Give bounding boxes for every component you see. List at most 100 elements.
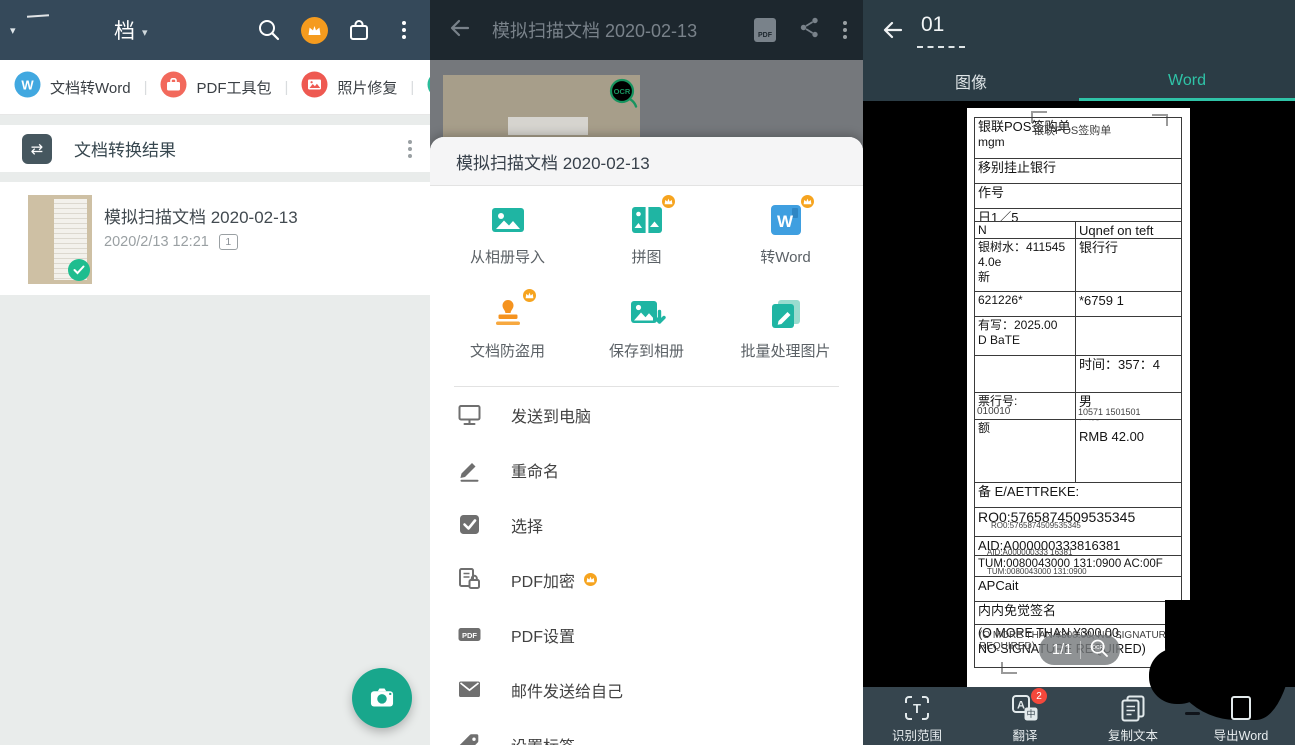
page-indicator-pill[interactable]: 1/1 OCR bbox=[1039, 635, 1120, 665]
quick-action-label: PDF工具包 bbox=[196, 77, 271, 98]
ocr-table-row: 额RMB 42.00住别 bbox=[974, 419, 1182, 483]
page-indicator-text: 1/1 bbox=[1052, 642, 1072, 658]
back-arrow-icon[interactable] bbox=[881, 18, 905, 47]
grid-action-save-to-album[interactable]: 保存到相册 bbox=[577, 294, 716, 380]
camera-fab[interactable] bbox=[352, 668, 412, 728]
menu-item-email-to-self[interactable]: 邮件发送给自己 bbox=[430, 662, 863, 717]
ocr-result-table: 银联POS签购单mgm银联POS签购单移别挂止银行作号日1／5BacNUqnef… bbox=[974, 118, 1182, 668]
left-app-bar: ▾ 档 ▾ bbox=[0, 0, 430, 60]
word-preview-page: 银联POS签购单mgm银联POS签购单移别挂止银行作号日1／5BacNUqnef… bbox=[967, 108, 1190, 687]
collage-icon bbox=[627, 200, 667, 240]
ocr-table-row: 票行号:010010男10571 1501501 bbox=[974, 392, 1182, 420]
toolbar-translate[interactable]: A中2 翻译 bbox=[971, 687, 1079, 745]
pill-divider bbox=[1080, 641, 1081, 659]
ocr-ghost-text: 010010 bbox=[977, 407, 1010, 418]
pdf-file-icon[interactable]: PDF bbox=[754, 18, 776, 42]
toolbar-item-label: 导出Word bbox=[1214, 725, 1269, 744]
ocr-table-row: TUM:0080043000 131:0900 AC:00FTUM:008004… bbox=[974, 555, 1182, 577]
chip-separator: | bbox=[285, 79, 289, 96]
result-tabs: 图像 Word bbox=[863, 60, 1295, 101]
quick-action-label: 文档转Word bbox=[50, 77, 131, 98]
ocr-table-row: 作号 bbox=[974, 183, 1182, 209]
menu-item-select[interactable]: 选择 bbox=[430, 497, 863, 552]
folder-title-text: 档 bbox=[114, 15, 135, 45]
grid-action-doc-anti-theft[interactable]: 文档防盗用 bbox=[438, 294, 577, 380]
menu-item-label: 重命名 bbox=[511, 458, 559, 482]
grid-action-label: 批量处理图片 bbox=[740, 340, 830, 361]
middle-title: 模拟扫描文档 2020-02-13 bbox=[492, 17, 697, 43]
svg-text:T: T bbox=[913, 701, 921, 716]
folder-overflow-icon[interactable] bbox=[408, 140, 412, 158]
quick-action-doc-to-word[interactable]: W 文档转Word bbox=[14, 71, 131, 103]
ocr-table-row: RO0:5765874509535345RO0:5765874509535345 bbox=[974, 507, 1182, 537]
back-arrow-icon[interactable] bbox=[448, 16, 472, 45]
quick-action-photo-repair[interactable]: 照片修复 bbox=[301, 71, 397, 103]
share-icon[interactable] bbox=[798, 16, 821, 44]
right-app-bar: 01 bbox=[863, 0, 1295, 60]
menu-item-send-to-computer[interactable]: 发送到电脑 bbox=[430, 387, 863, 442]
toolbar-item-label: 复制文本 bbox=[1108, 725, 1158, 744]
menu-item-label: PDF设置 bbox=[511, 623, 575, 647]
tag-icon bbox=[456, 731, 483, 745]
menu-item-label: 选择 bbox=[511, 513, 543, 537]
toolbar-ocr-area[interactable]: T 识别范围 bbox=[863, 687, 971, 745]
shop-bag-icon[interactable] bbox=[345, 16, 373, 44]
pdf-badge-icon: PDF bbox=[456, 621, 483, 648]
translate-icon: A中2 bbox=[1010, 693, 1040, 723]
premium-crown-icon bbox=[800, 194, 815, 214]
ocr-ghost-text: 住别 bbox=[1078, 420, 1100, 423]
grid-action-label: 拼图 bbox=[631, 246, 661, 267]
toolbar-export-word[interactable]: 导出Word bbox=[1187, 687, 1295, 745]
sheet-action-grid: 从相册导入 拼图 W 转Word 文档防盗用 保存到相册 批量处理图片 bbox=[430, 186, 863, 380]
ocr-table-row: 备 E/AETTREKE: bbox=[974, 482, 1182, 508]
menu-item-pdf-encrypt[interactable]: PDF加密 bbox=[430, 552, 863, 607]
menu-item-pdf-settings[interactable]: PDF PDF设置 bbox=[430, 607, 863, 662]
sheet-menu-list: 发送到电脑 重命名 选择 PDF加密 PDF PDF设置 邮件发送给自己 bbox=[430, 387, 863, 745]
vip-crown-icon[interactable] bbox=[300, 16, 328, 44]
grid-action-import-from-album[interactable]: 从相册导入 bbox=[438, 200, 577, 286]
grid-action-batch-edit-images[interactable]: 批量处理图片 bbox=[716, 294, 855, 380]
grid-action-label: 保存到相册 bbox=[609, 340, 684, 361]
ocr-table-row: NUqnef on teft bbox=[974, 221, 1182, 239]
chip-separator: | bbox=[410, 79, 414, 96]
ocr-table-row: APCait bbox=[974, 576, 1182, 602]
menu-item-label: 设置标签 bbox=[511, 733, 575, 745]
folder-title-dropdown[interactable]: 档 ▾ bbox=[114, 15, 148, 45]
stamp-icon bbox=[488, 294, 528, 334]
tab-word[interactable]: Word bbox=[1079, 60, 1295, 101]
menu-item-label: PDF加密 bbox=[511, 568, 575, 592]
left-edge-caret-icon[interactable]: ▾ bbox=[10, 24, 16, 37]
folder-row-conversion-results[interactable]: ⇄ 文档转换结果 bbox=[0, 125, 430, 172]
document-actions-sheet: 模拟扫描文档 2020-02-13 从相册导入 拼图 W 转Word 文档防盗用… bbox=[430, 137, 863, 745]
document-thumbnail[interactable] bbox=[28, 195, 92, 284]
ocr-table-row: 时间：357：4 bbox=[974, 355, 1182, 393]
grid-action-collage[interactable]: 拼图 bbox=[577, 200, 716, 286]
ocr-badge-text: OCR bbox=[614, 87, 631, 96]
ocr-table-row: 621226**6759 1 bbox=[974, 291, 1182, 317]
chevron-down-icon: ▾ bbox=[142, 26, 148, 39]
quick-action-pdf-toolkit[interactable]: PDF工具包 bbox=[160, 71, 271, 103]
ocr-badge-icon: OCR bbox=[606, 76, 644, 123]
document-title: 模拟扫描文档 2020-02-13 bbox=[104, 203, 298, 228]
quick-actions-bar: W 文档转Word | PDF工具包 | 照片修复 | X bbox=[0, 60, 430, 115]
document-timestamp: 2020/2/13 12:21 bbox=[104, 234, 209, 250]
ocr-table-row: 有写：2025.00D BaTE bbox=[974, 316, 1182, 356]
ocr-zoom-icon[interactable]: OCR bbox=[1089, 638, 1110, 663]
to-word-icon: W bbox=[766, 200, 806, 240]
middle-overflow-icon[interactable] bbox=[843, 21, 847, 39]
ocr-ghost-text: 银联POS签购单 bbox=[1033, 126, 1111, 138]
menu-item-rename[interactable]: 重命名 bbox=[430, 442, 863, 497]
document-list-item[interactable]: 模拟扫描文档 2020-02-13 2020/2/13 12:21 1 bbox=[0, 182, 430, 295]
svg-text:OCR: OCR bbox=[1092, 645, 1104, 651]
search-icon[interactable] bbox=[255, 16, 283, 44]
toolbar-copy-text[interactable]: 复制文本 bbox=[1079, 687, 1187, 745]
grid-action-to-word[interactable]: W 转Word bbox=[716, 200, 855, 286]
tab-image[interactable]: 图像 bbox=[863, 60, 1079, 101]
premium-crown-icon bbox=[583, 572, 598, 587]
menu-item-set-tags[interactable]: 设置标签 bbox=[430, 717, 863, 745]
copy-text-icon bbox=[1118, 693, 1148, 723]
svg-text:PDF: PDF bbox=[462, 631, 477, 640]
overflow-menu-icon[interactable] bbox=[390, 16, 418, 44]
result-title-editable[interactable]: 01 bbox=[921, 13, 944, 37]
document-detail-panel: 模拟扫描文档 2020-02-13 PDF OCR 模拟扫描文档 2020-02… bbox=[430, 0, 863, 745]
